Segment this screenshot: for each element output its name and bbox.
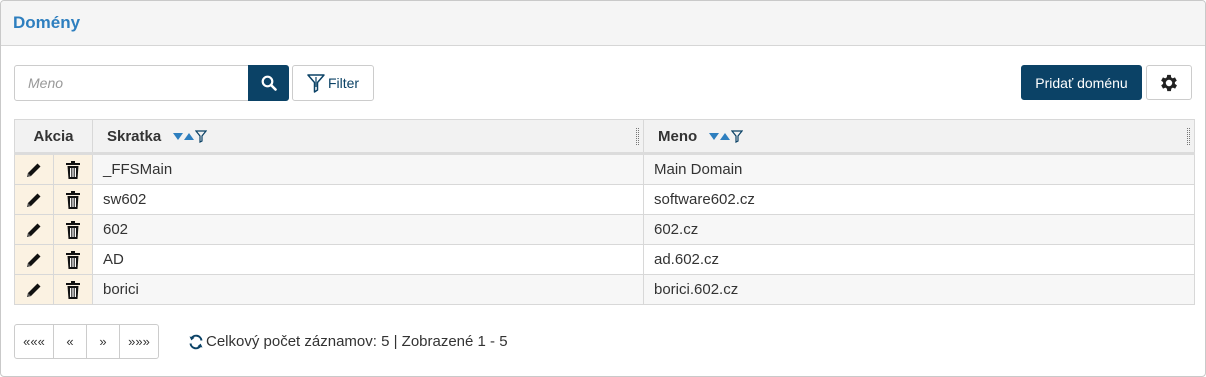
column-filter-icon[interactable] (731, 130, 744, 144)
edit-button[interactable] (15, 275, 53, 304)
next-page-button[interactable]: » (86, 324, 120, 359)
cell-skratka[interactable]: sw602 (92, 184, 644, 215)
edit-button[interactable] (15, 185, 53, 214)
record-count-text: Celkový počet záznamov: 5 | Zobrazené 1 … (206, 333, 508, 350)
add-domain-button[interactable]: Pridať doménu (1021, 65, 1142, 100)
trash-icon (65, 190, 80, 209)
table-row: sw602 software602.cz (14, 184, 1195, 215)
filter-label: Filter (327, 75, 360, 91)
sort-asc-icon[interactable] (720, 133, 731, 141)
cell-meno[interactable]: 602.cz (643, 214, 1195, 245)
search-icon (261, 75, 277, 91)
cell-meno[interactable]: borici.602.cz (643, 274, 1195, 305)
column-header-akcia-label: Akcia (33, 127, 74, 145)
search-input[interactable] (14, 65, 249, 101)
sort-desc-icon[interactable] (709, 133, 720, 141)
cell-skratka[interactable]: AD (92, 244, 644, 275)
cell-meno[interactable]: software602.cz (643, 184, 1195, 215)
trash-icon (65, 280, 80, 299)
column-resize-handle[interactable] (636, 128, 639, 145)
table-row: 602 602.cz (14, 214, 1195, 245)
cell-skratka[interactable]: 602 (92, 214, 644, 245)
column-header-meno[interactable]: Meno (643, 119, 1195, 155)
domains-panel: Domény Filter Pridať doménu (0, 0, 1206, 377)
row-actions (14, 244, 93, 275)
row-actions (14, 214, 93, 245)
search-button[interactable] (248, 65, 289, 101)
sort-desc-icon[interactable] (173, 133, 184, 141)
table-row: _FFSMain Main Domain (14, 153, 1195, 185)
table-row: borici borici.602.cz (14, 274, 1195, 305)
delete-button[interactable] (53, 215, 91, 244)
column-filter-icon[interactable] (195, 130, 208, 144)
filter-button[interactable]: Filter (292, 65, 374, 101)
settings-button[interactable] (1146, 65, 1192, 100)
trash-icon (65, 220, 80, 239)
column-header-meno-label: Meno (658, 127, 698, 145)
column-header-akcia: Akcia (14, 119, 93, 155)
column-resize-handle[interactable] (1187, 128, 1190, 145)
sort-asc-icon[interactable] (184, 133, 195, 141)
delete-button[interactable] (53, 245, 91, 274)
pencil-icon (27, 223, 41, 237)
gear-icon (1161, 74, 1177, 91)
row-actions (14, 274, 93, 305)
refresh-icon[interactable] (188, 334, 204, 350)
trash-icon (65, 250, 80, 269)
previous-page-button[interactable]: « (53, 324, 87, 359)
column-header-skratka-label: Skratka (107, 127, 162, 145)
delete-button[interactable] (53, 185, 91, 214)
cell-meno[interactable]: ad.602.cz (643, 244, 1195, 275)
toolbar: Filter Pridať doménu (14, 65, 1192, 101)
table-row: AD ad.602.cz (14, 244, 1195, 275)
cell-skratka[interactable]: borici (92, 274, 644, 305)
pencil-icon (27, 193, 41, 207)
pencil-icon (27, 283, 41, 297)
table-header-row: Akcia Skratka Meno (14, 119, 1195, 155)
delete-button[interactable] (53, 275, 91, 304)
panel-title: Domény (13, 13, 81, 32)
row-actions (14, 184, 93, 215)
first-page-button[interactable]: ««« (14, 324, 54, 359)
row-actions (14, 153, 93, 185)
cell-skratka[interactable]: _FFSMain (92, 153, 644, 185)
pencil-icon (27, 253, 41, 267)
record-status: Celkový počet záznamov: 5 | Zobrazené 1 … (188, 324, 508, 359)
edit-button[interactable] (15, 245, 53, 274)
filter-icon (307, 74, 325, 93)
column-header-skratka[interactable]: Skratka (92, 119, 644, 155)
trash-icon (65, 160, 80, 179)
pagination: ««« « » »»» (14, 324, 159, 359)
panel-heading: Domény (1, 1, 1205, 46)
add-domain-label: Pridať doménu (1035, 74, 1128, 91)
edit-button[interactable] (15, 155, 53, 184)
edit-button[interactable] (15, 215, 53, 244)
cell-meno[interactable]: Main Domain (643, 153, 1195, 185)
delete-button[interactable] (53, 155, 91, 184)
domains-table: Akcia Skratka Meno _FFSMain Main Domain … (14, 119, 1195, 305)
pencil-icon (27, 163, 41, 177)
last-page-button[interactable]: »»» (119, 324, 159, 359)
